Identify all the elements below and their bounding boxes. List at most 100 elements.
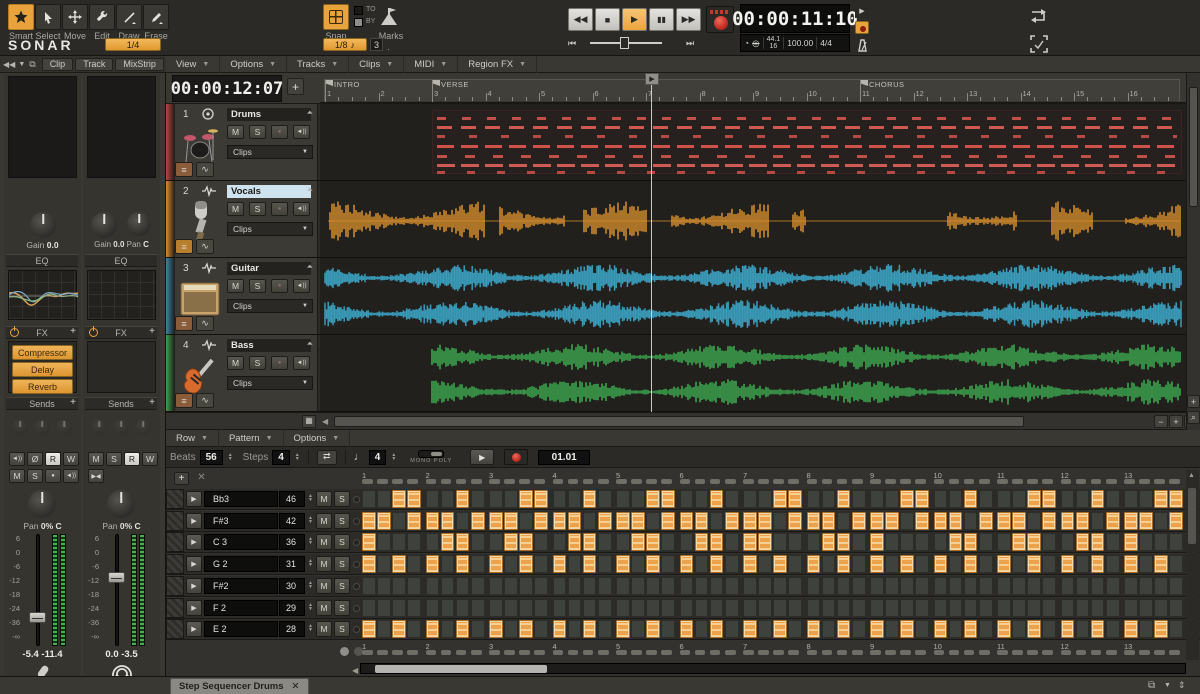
- step-cell[interactable]: [743, 555, 757, 573]
- step-cell[interactable]: [504, 577, 518, 595]
- strip-btn-ø[interactable]: Ø: [27, 452, 43, 466]
- step-cell[interactable]: [471, 620, 485, 638]
- step-cell[interactable]: [616, 490, 630, 508]
- step-cell[interactable]: [1154, 512, 1168, 530]
- step-cell[interactable]: [837, 620, 851, 638]
- step-cell[interactable]: [773, 599, 787, 617]
- go-end-button[interactable]: ⏭: [686, 38, 694, 49]
- step-cell[interactable]: [1169, 620, 1183, 638]
- step-cell[interactable]: [915, 599, 929, 617]
- step-cell[interactable]: [1042, 490, 1056, 508]
- step-cell[interactable]: [1106, 490, 1120, 508]
- step-cell[interactable]: [1106, 555, 1120, 573]
- step-cell[interactable]: [1091, 512, 1105, 530]
- step-cell[interactable]: [646, 512, 660, 530]
- step-cell[interactable]: [964, 533, 978, 551]
- step-cell[interactable]: [964, 512, 978, 530]
- step-cell[interactable]: [680, 599, 694, 617]
- step-cell[interactable]: [885, 555, 899, 573]
- step-cell[interactable]: [870, 599, 884, 617]
- step-cell[interactable]: [661, 490, 675, 508]
- step-cell[interactable]: [915, 512, 929, 530]
- strip-btn-r[interactable]: R: [45, 452, 61, 466]
- row-preview-button[interactable]: ▶: [186, 513, 202, 529]
- step-cell[interactable]: [1169, 490, 1183, 508]
- step-cell[interactable]: [915, 533, 929, 551]
- row-preview-button[interactable]: ▶: [186, 600, 202, 616]
- step-cell[interactable]: [710, 533, 724, 551]
- step-cell[interactable]: [631, 599, 645, 617]
- step-cell[interactable]: [407, 555, 421, 573]
- track-minimize-icon[interactable]: ⏶: [307, 262, 313, 272]
- ffwd-button[interactable]: ▶▶: [676, 8, 701, 31]
- step-cell[interactable]: [1061, 555, 1075, 573]
- step-cell[interactable]: [1139, 512, 1153, 530]
- volume-fader-thumb[interactable]: [108, 572, 125, 583]
- step-cell[interactable]: [852, 620, 866, 638]
- step-cell[interactable]: [680, 490, 694, 508]
- volume-fader-slot[interactable]: [115, 534, 119, 646]
- step-cell[interactable]: [870, 555, 884, 573]
- play-button[interactable]: ▶: [622, 8, 647, 31]
- send-knob-2[interactable]: [34, 419, 50, 435]
- step-cell[interactable]: [362, 599, 376, 617]
- step-cell[interactable]: [725, 555, 739, 573]
- strip-btn2-mono[interactable]: ▶◀: [88, 469, 104, 483]
- step-cell[interactable]: [788, 533, 802, 551]
- step-cell[interactable]: [725, 577, 739, 595]
- step-cell[interactable]: [471, 577, 485, 595]
- hscroll-thumb[interactable]: [334, 416, 1024, 427]
- step-cell[interactable]: [934, 512, 948, 530]
- step-cell[interactable]: [1106, 599, 1120, 617]
- step-cell[interactable]: [822, 533, 836, 551]
- step-cell[interactable]: [758, 533, 772, 551]
- mono-poly-toggle[interactable]: [418, 450, 444, 458]
- step-cell[interactable]: [837, 577, 851, 595]
- loop-icon[interactable]: [1028, 5, 1050, 27]
- arm-record-button[interactable]: [855, 21, 869, 34]
- track-clips-dropdown[interactable]: Clips▼: [227, 222, 313, 236]
- step-cell[interactable]: [743, 577, 757, 595]
- step-cell[interactable]: [362, 533, 376, 551]
- step-cell[interactable]: [1106, 577, 1120, 595]
- step-cell[interactable]: [553, 599, 567, 617]
- row-note-name[interactable]: Bb3: [204, 491, 278, 507]
- step-cell[interactable]: [583, 533, 597, 551]
- tempo-value[interactable]: 100.00: [787, 38, 813, 48]
- menu-region-fx[interactable]: Region FX▼: [458, 56, 537, 73]
- record-button[interactable]: [706, 6, 734, 33]
- row-velocity-spinner[interactable]: ▲▼: [308, 581, 313, 589]
- step-cell[interactable]: [788, 490, 802, 508]
- step-cell[interactable]: [377, 577, 391, 595]
- step-cell[interactable]: [1139, 490, 1153, 508]
- step-cell[interactable]: [1076, 533, 1090, 551]
- step-cell[interactable]: [725, 599, 739, 617]
- step-cell[interactable]: [949, 620, 963, 638]
- step-cell[interactable]: [1124, 577, 1138, 595]
- drums-midi-clip[interactable]: [432, 110, 1182, 174]
- step-cell[interactable]: [743, 512, 757, 530]
- track-btn-mute[interactable]: M: [227, 125, 244, 139]
- track-btn-input-echo[interactable]: ◄)): [293, 125, 310, 139]
- step-cell[interactable]: [680, 533, 694, 551]
- statusbar-caret-icon[interactable]: ▼: [1164, 682, 1171, 689]
- row-velocity[interactable]: 46: [279, 491, 305, 507]
- step-cell[interactable]: [489, 577, 503, 595]
- step-cell[interactable]: [1076, 490, 1090, 508]
- step-cell[interactable]: [979, 533, 993, 551]
- step-cell[interactable]: [631, 555, 645, 573]
- step-cell[interactable]: [377, 599, 391, 617]
- step-cell[interactable]: [456, 620, 470, 638]
- step-cell[interactable]: [392, 577, 406, 595]
- step-cell[interactable]: [710, 512, 724, 530]
- step-cell[interactable]: [934, 620, 948, 638]
- step-cell[interactable]: [979, 620, 993, 638]
- track-clips-dropdown[interactable]: Clips▼: [227, 145, 313, 159]
- stepseq-record-button[interactable]: [504, 449, 528, 465]
- step-cell[interactable]: [646, 490, 660, 508]
- row-velocity[interactable]: 36: [279, 534, 305, 550]
- step-cell[interactable]: [392, 490, 406, 508]
- step-cell[interactable]: [900, 599, 914, 617]
- step-cell[interactable]: [1076, 577, 1090, 595]
- step-cell[interactable]: [1027, 533, 1041, 551]
